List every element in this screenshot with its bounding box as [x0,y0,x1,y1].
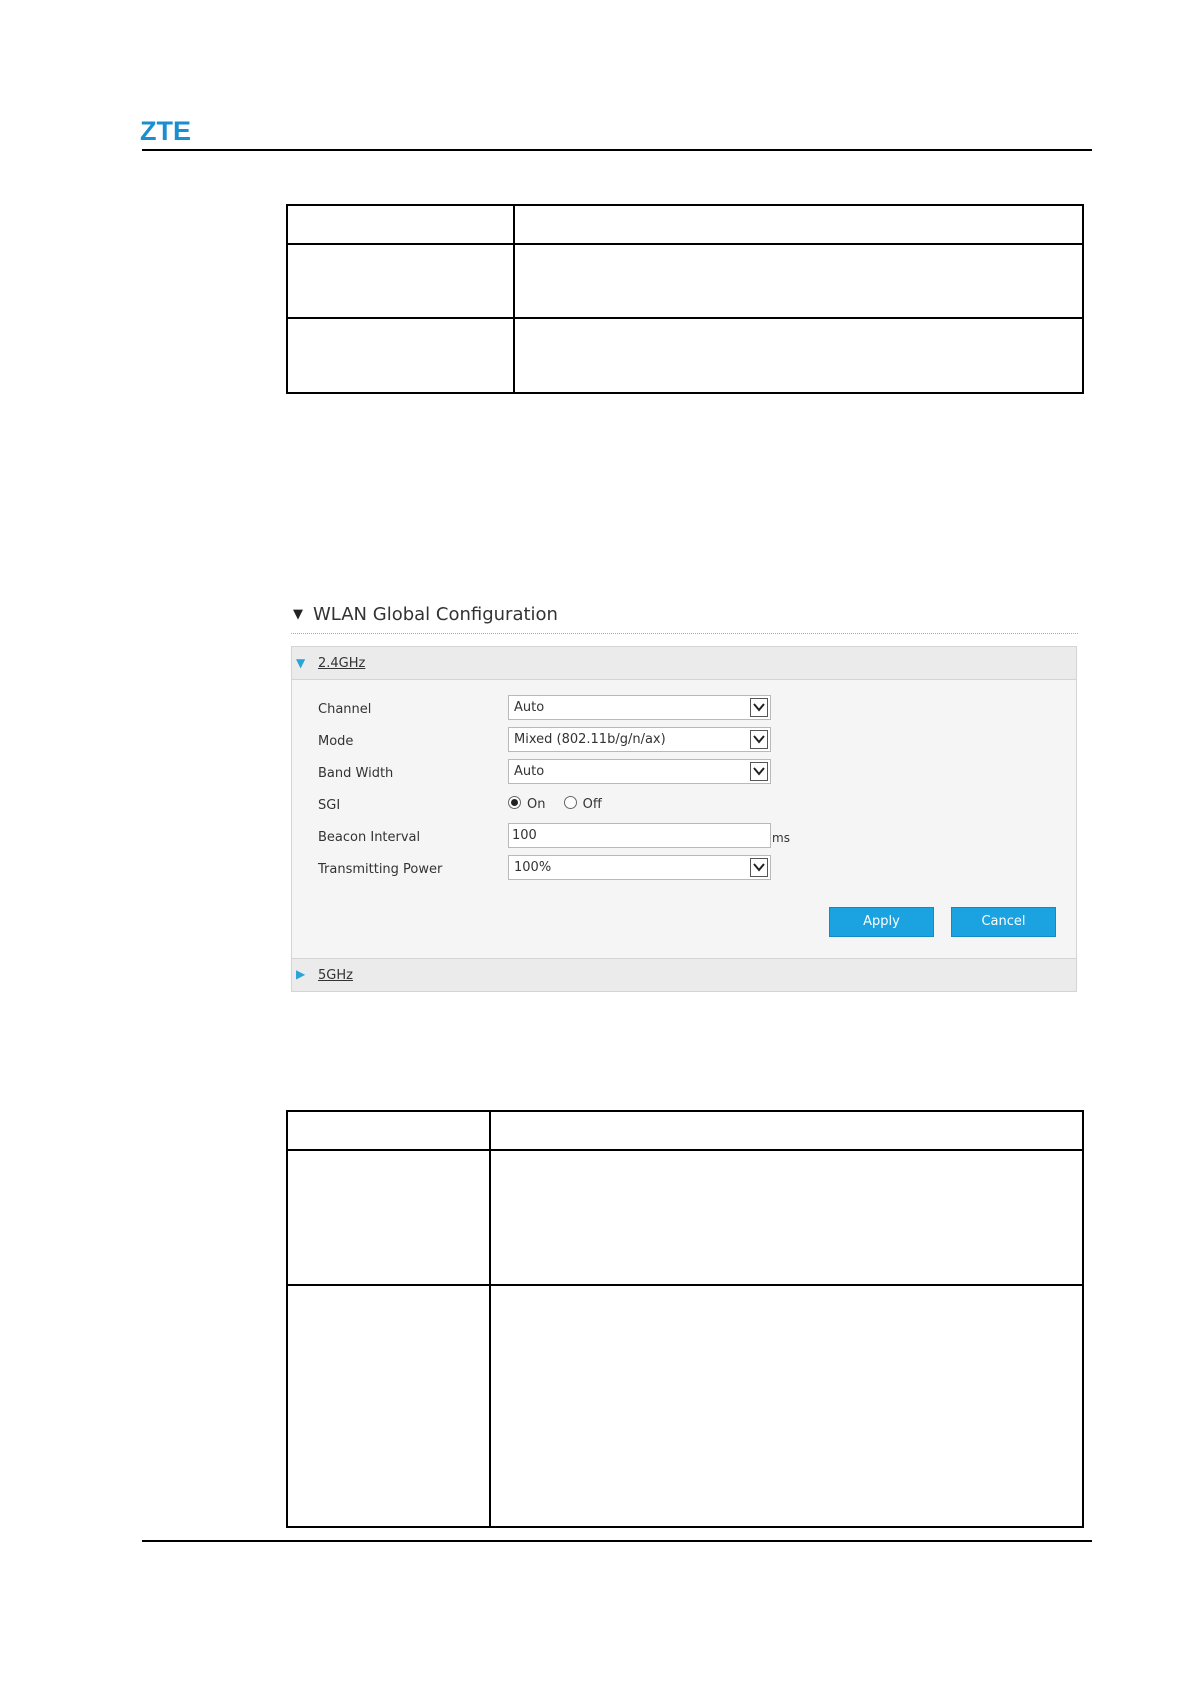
table-row [286,243,1084,319]
beacon-interval-value: 100 [512,828,537,843]
wlan-panel: ▼ 2.4GHz Channel Auto Mode Mixed (802.11… [291,646,1077,992]
top-table [286,204,1084,394]
chevron-down-icon[interactable] [750,698,768,717]
table-row [286,204,1084,245]
collapsed-arrow-icon[interactable]: ▶ [296,967,305,981]
sgi-on-option[interactable]: On [508,796,546,812]
channel-value: Auto [514,700,545,715]
table-row [286,1110,1084,1151]
band-5ghz-link[interactable]: 5GHz [318,968,353,983]
sgi-off-label: Off [582,797,602,812]
collapse-triangle-icon[interactable]: ▼ [293,607,303,622]
apply-button[interactable]: Apply [829,907,934,937]
table-row [286,1149,1084,1286]
beacon-interval-label: Beacon Interval [318,830,421,845]
chevron-down-icon[interactable] [750,858,768,877]
band-24ghz-header[interactable]: ▼ 2.4GHz [292,647,1076,680]
bottom-table [286,1110,1084,1528]
table-row [286,317,1084,394]
wlan-section-title-text: WLAN Global Configuration [313,604,558,625]
beacon-interval-unit: ms [772,831,790,845]
sgi-label: SGI [318,798,341,813]
sgi-on-label: On [527,797,546,812]
sgi-radio-group: On Off [508,796,602,812]
zte-logo: ZTE [140,116,191,146]
header-rule [142,149,1092,151]
chevron-down-icon[interactable] [750,762,768,781]
section-divider [291,633,1078,634]
mode-select[interactable]: Mixed (802.11b/g/n/ax) [508,727,771,752]
beacon-interval-input[interactable]: 100 [508,823,771,848]
band-5ghz-header[interactable]: ▶ 5GHz [292,958,1076,991]
channel-label: Channel [318,702,372,717]
band-width-select[interactable]: Auto [508,759,771,784]
band-width-label: Band Width [318,766,394,781]
channel-select[interactable]: Auto [508,695,771,720]
mode-value: Mixed (802.11b/g/n/ax) [514,732,666,747]
footer-rule [142,1540,1092,1542]
table-row [286,1284,1084,1528]
mode-label: Mode [318,734,354,749]
band-24ghz-link[interactable]: 2.4GHz [318,656,365,671]
transmitting-power-value: 100% [514,860,552,875]
expanded-arrow-icon[interactable]: ▼ [296,656,305,670]
sgi-off-option[interactable]: Off [563,796,602,812]
band-width-value: Auto [514,764,545,779]
transmitting-power-label: Transmitting Power [318,862,443,877]
transmitting-power-select[interactable]: 100% [508,855,771,880]
sgi-on-radio[interactable] [508,796,521,809]
sgi-off-radio[interactable] [563,796,577,809]
wlan-section-title[interactable]: ▼ WLAN Global Configuration [293,604,558,625]
cancel-button[interactable]: Cancel [951,907,1056,937]
chevron-down-icon[interactable] [750,730,768,749]
